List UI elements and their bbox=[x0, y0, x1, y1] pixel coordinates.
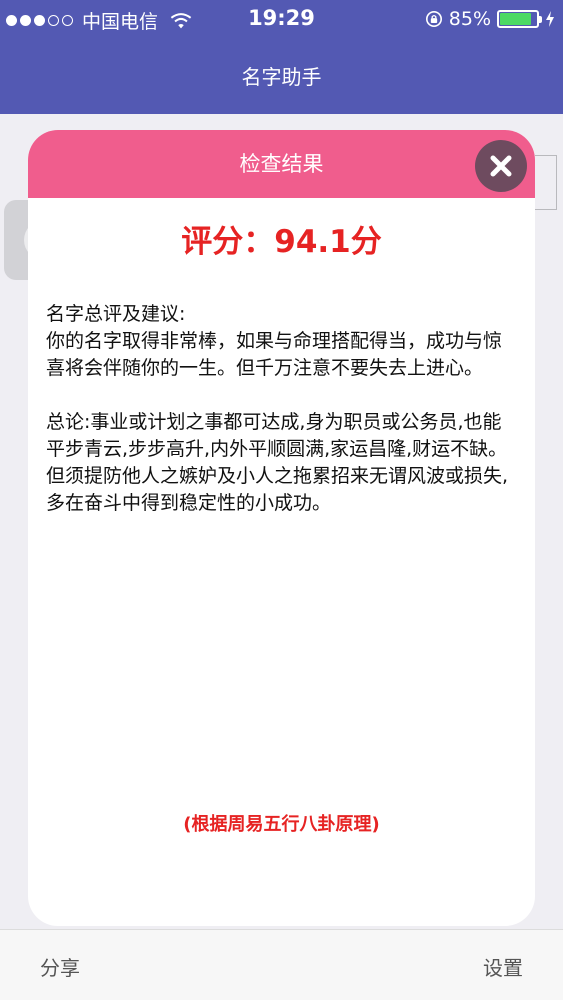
settings-button[interactable]: 设置 bbox=[483, 952, 523, 981]
rotation-lock-icon bbox=[425, 10, 442, 28]
signal-dot bbox=[6, 15, 17, 26]
background-input-edge bbox=[535, 155, 557, 210]
charging-icon bbox=[546, 11, 554, 27]
summary-section: 总论:事业或计划之事都可达成,身为职员或公务员,也能平步青云,步步高升,内外平顺… bbox=[46, 409, 515, 517]
bottom-toolbar: 分享 设置 bbox=[0, 929, 563, 1000]
screen: 中国电信 19:29 85% 名字助手 检查结果 评分：94.1分 名字总评及建… bbox=[0, 0, 563, 1000]
signal-dot bbox=[62, 15, 73, 26]
nav-title: 名字助手 bbox=[241, 65, 322, 89]
status-left: 中国电信 bbox=[6, 7, 192, 34]
result-body: 名字总评及建议: 你的名字取得非常棒，如果与命理搭配得当，成功与惊喜将会伴随你的… bbox=[46, 301, 515, 517]
status-right: 85% bbox=[425, 8, 555, 30]
signal-dot bbox=[34, 15, 45, 26]
nav-bar: 名字助手 bbox=[0, 40, 563, 114]
close-button[interactable] bbox=[475, 140, 527, 192]
footer-note: (根据周易五行八卦原理) bbox=[183, 814, 380, 835]
signal-dot bbox=[20, 15, 31, 26]
result-modal: 检查结果 评分：94.1分 名字总评及建议: 你的名字取得非常棒，如果与命理搭配… bbox=[28, 130, 535, 926]
modal-header: 检查结果 bbox=[28, 130, 535, 198]
signal-dot bbox=[48, 15, 59, 26]
advice-section: 名字总评及建议: 你的名字取得非常棒，如果与命理搭配得当，成功与惊喜将会伴随你的… bbox=[46, 301, 515, 382]
share-button[interactable]: 分享 bbox=[40, 952, 80, 981]
carrier-name: 中国电信 bbox=[82, 11, 159, 33]
battery-fill bbox=[500, 13, 531, 25]
summary-text: 总论:事业或计划之事都可达成,身为职员或公务员,也能平步青云,步步高升,内外平顺… bbox=[46, 411, 509, 514]
score-text: 评分：94.1分 bbox=[181, 224, 382, 260]
status-bar: 中国电信 19:29 85% bbox=[0, 0, 563, 40]
advice-text: 你的名字取得非常棒，如果与命理搭配得当，成功与惊喜将会伴随你的一生。但千万注意不… bbox=[46, 330, 503, 379]
battery-icon bbox=[497, 10, 542, 28]
close-icon bbox=[490, 155, 512, 177]
advice-heading: 名字总评及建议: bbox=[46, 303, 186, 325]
wifi-icon bbox=[170, 12, 192, 28]
battery-percent: 85% bbox=[448, 8, 491, 30]
modal-title: 检查结果 bbox=[239, 152, 324, 176]
signal-strength-icon bbox=[6, 15, 73, 26]
